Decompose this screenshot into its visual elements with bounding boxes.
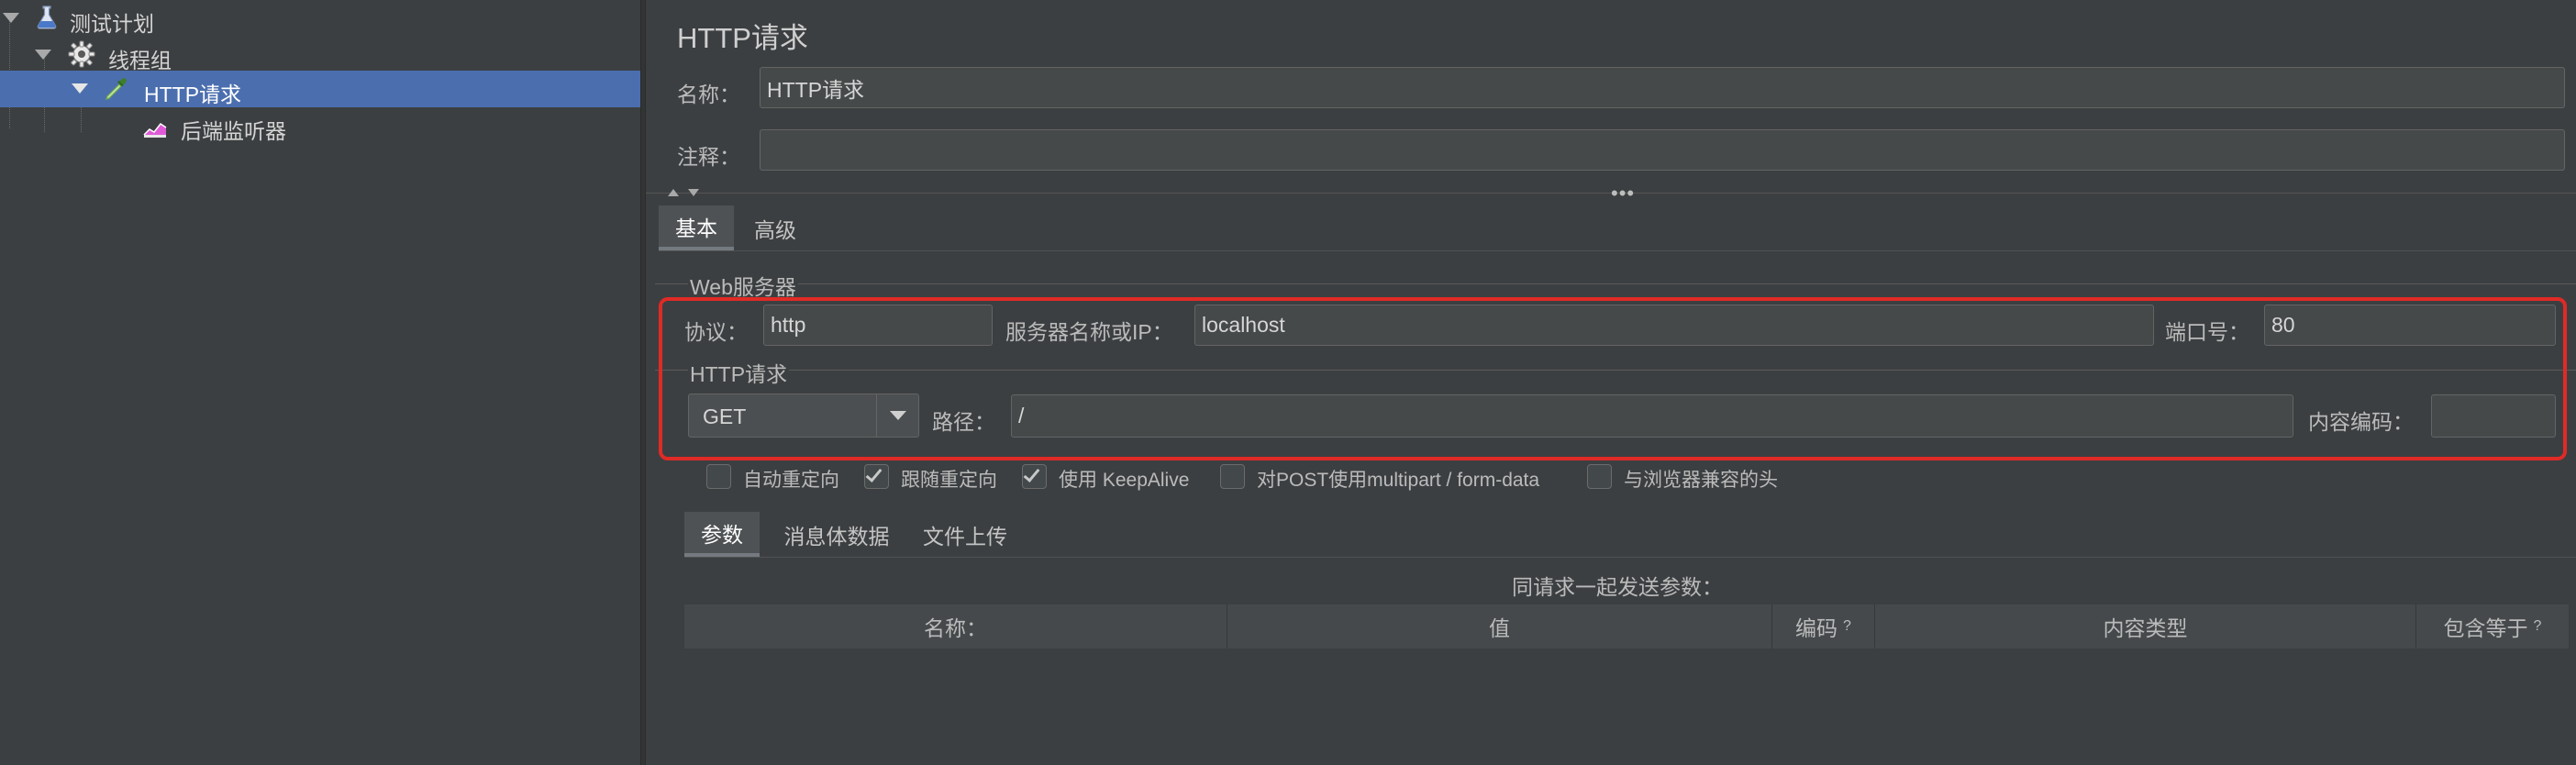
help-hint: ?: [1843, 618, 1851, 634]
gear-icon: [68, 40, 95, 68]
column-header-include-equals[interactable]: 包含等于?: [2416, 604, 2569, 649]
column-header-label: 编码: [1795, 616, 1838, 640]
pipette-icon: [105, 78, 127, 101]
column-header-label: 值: [1489, 616, 1510, 640]
divider-grip-icon[interactable]: •••: [1611, 182, 1635, 205]
http-request-panel: HTTP请求 名称： HTTP请求 注释： ••• 基本 高级 Web服务器 协…: [646, 0, 2576, 765]
tree-item-label: HTTP请求: [144, 83, 242, 106]
tree-item-http-request[interactable]: HTTP请求: [0, 71, 640, 107]
browser-headers-checkbox[interactable]: [1587, 464, 1612, 489]
multipart-label: 对POST使用multipart / form-data: [1257, 470, 1540, 491]
tab-underline: [684, 557, 2576, 558]
tab-underline: [659, 250, 2576, 251]
web-server-group-title: Web服务器: [688, 270, 798, 301]
tab-advanced[interactable]: 高级: [738, 205, 813, 251]
check-mark-icon: [1023, 465, 1040, 482]
tab-parameters[interactable]: 参数: [684, 512, 760, 558]
column-header-label: 包含等于: [2443, 616, 2528, 640]
highlight-box: [659, 297, 2567, 460]
expand-toggle-icon[interactable]: [35, 50, 51, 60]
parameters-table-body[interactable]: [684, 649, 2569, 765]
column-header-name[interactable]: 名称：: [684, 604, 1227, 649]
test-plan-tree: 测试计划 线程组 HTTP请求 后端监听器: [0, 0, 640, 765]
auto-redirect-label: 自动重定向: [743, 470, 839, 491]
comment-label: 注释：: [677, 145, 740, 169]
follow-redirects-checkbox[interactable]: [864, 464, 889, 489]
group-border: [655, 283, 2576, 284]
name-label: 名称：: [677, 83, 740, 106]
column-header-encode[interactable]: 编码?: [1772, 604, 1875, 649]
tree-item-backend-listener[interactable]: 后端监听器: [0, 107, 640, 144]
column-header-value[interactable]: 值: [1227, 604, 1772, 649]
collapse-arrows-icon[interactable]: [666, 186, 705, 199]
column-header-label: 名称：: [924, 616, 987, 640]
tree-item-test-plan[interactable]: 测试计划: [0, 0, 640, 37]
tree-item-label: 后端监听器: [181, 119, 286, 143]
keepalive-checkbox[interactable]: [1022, 464, 1047, 489]
chart-icon: [143, 122, 167, 138]
name-input[interactable]: HTTP请求: [760, 67, 2565, 108]
page-title: HTTP请求: [677, 22, 808, 54]
tab-file-upload[interactable]: 文件上传: [910, 512, 1020, 558]
tree-item-label: 测试计划: [70, 12, 154, 36]
check-mark-icon: [865, 465, 883, 482]
parameters-caption: 同请求一起发送参数：: [1512, 575, 1723, 599]
tree-item-label: 线程组: [108, 49, 172, 72]
browser-headers-label: 与浏览器兼容的头: [1624, 470, 1778, 491]
follow-redirects-label: 跟随重定向: [901, 470, 997, 491]
tab-body-data[interactable]: 消息体数据: [772, 512, 901, 558]
expand-toggle-icon[interactable]: [3, 13, 19, 23]
help-hint: ?: [2533, 618, 2542, 634]
tab-basic[interactable]: 基本: [659, 205, 734, 251]
column-header-label: 内容类型: [2103, 616, 2188, 640]
auto-redirect-checkbox[interactable]: [706, 464, 731, 489]
expand-toggle-icon[interactable]: [72, 83, 88, 94]
multipart-checkbox[interactable]: [1220, 464, 1245, 489]
keepalive-label: 使用 KeepAlive: [1059, 470, 1190, 491]
flask-icon: [37, 6, 57, 29]
tree-item-thread-group[interactable]: 线程组: [0, 37, 640, 73]
comment-input[interactable]: [760, 129, 2565, 171]
column-header-content-type[interactable]: 内容类型: [1875, 604, 2416, 649]
